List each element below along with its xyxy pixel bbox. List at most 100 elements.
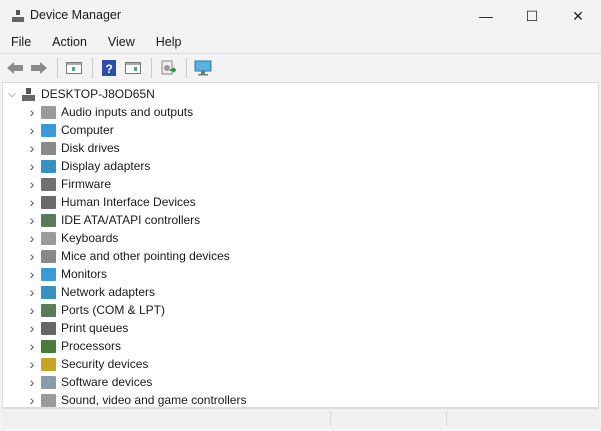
- forward-icon: [31, 61, 47, 74]
- status-divider: [330, 411, 331, 426]
- tree-item[interactable]: › Mice and other pointing devices: [27, 247, 230, 265]
- toolbar: ?: [0, 53, 601, 81]
- chevron-right-icon[interactable]: ›: [27, 158, 37, 174]
- tree-item[interactable]: › Monitors: [27, 265, 107, 283]
- close-icon: ✕: [572, 7, 584, 24]
- tree-item[interactable]: › Computer: [27, 121, 114, 139]
- tree-item[interactable]: › Software devices: [27, 373, 153, 391]
- tree-item[interactable]: › Processors: [27, 337, 121, 355]
- update-driver-button[interactable]: [157, 57, 179, 79]
- device-category-icon: [41, 357, 56, 371]
- scan-hardware-button[interactable]: [192, 57, 214, 79]
- chevron-right-icon[interactable]: ›: [27, 176, 37, 192]
- menu-action[interactable]: Action: [52, 32, 87, 52]
- device-category-icon: [41, 375, 56, 389]
- status-divider: [446, 411, 447, 426]
- minimize-icon: —: [479, 8, 493, 24]
- device-category-icon: [41, 123, 56, 137]
- tree-item[interactable]: › Display adapters: [27, 157, 151, 175]
- device-category-icon: [41, 339, 56, 353]
- tree-item-label: IDE ATA/ATAPI controllers: [61, 213, 201, 227]
- tree-item[interactable]: › Ports (COM & LPT): [27, 301, 165, 319]
- minimize-button[interactable]: —: [463, 0, 509, 32]
- svg-text:?: ?: [106, 62, 113, 76]
- device-category-icon: [41, 393, 56, 407]
- device-category-icon: [41, 177, 56, 191]
- update-driver-icon: [161, 60, 176, 74]
- tree-item[interactable]: › Keyboards: [27, 229, 119, 247]
- chevron-right-icon[interactable]: ›: [27, 338, 37, 354]
- chevron-right-icon[interactable]: ›: [27, 104, 37, 120]
- tree-item[interactable]: › Audio inputs and outputs: [27, 103, 193, 121]
- status-bar: [2, 408, 599, 428]
- tree-item-label: Human Interface Devices: [61, 195, 196, 209]
- toolbar-separator: [186, 57, 187, 78]
- chevron-right-icon[interactable]: ›: [27, 284, 37, 300]
- tree-item[interactable]: › Security devices: [27, 355, 149, 373]
- show-hide-pane-button[interactable]: [122, 57, 144, 79]
- menu-help[interactable]: Help: [156, 32, 182, 52]
- tree-item[interactable]: › Human Interface Devices: [27, 193, 196, 211]
- tree-item[interactable]: › Print queues: [27, 319, 129, 337]
- device-manager-icon: [12, 10, 24, 22]
- device-category-icon: [41, 141, 56, 155]
- title-bar: Device Manager — ☐ ✕: [0, 0, 601, 32]
- computer-root-icon: [22, 87, 35, 101]
- properties-icon: [66, 61, 82, 74]
- chevron-right-icon[interactable]: ›: [27, 140, 37, 156]
- chevron-right-icon[interactable]: ›: [27, 374, 37, 390]
- chevron-right-icon[interactable]: ›: [27, 248, 37, 264]
- device-category-icon: [41, 105, 56, 119]
- tree-item[interactable]: › Network adapters: [27, 283, 155, 301]
- help-button[interactable]: ?: [98, 57, 120, 79]
- device-category-icon: [41, 249, 56, 263]
- menu-bar: File Action View Help: [0, 32, 601, 52]
- properties-button[interactable]: [63, 57, 85, 79]
- device-category-icon: [41, 231, 56, 245]
- tree-item-label: Print queues: [61, 321, 129, 335]
- device-tree[interactable]: ⌵ DESKTOP-J8OD65N › Audio inputs and outp…: [2, 82, 599, 408]
- tree-item-label: Mice and other pointing devices: [61, 249, 230, 263]
- toolbar-separator: [92, 57, 93, 78]
- tree-item-label: Display adapters: [61, 159, 151, 173]
- chevron-right-icon[interactable]: ›: [27, 302, 37, 318]
- chevron-right-icon[interactable]: ›: [27, 212, 37, 228]
- properties-panel-icon: [125, 61, 141, 74]
- menu-view[interactable]: View: [108, 32, 135, 52]
- tree-item-label: Keyboards: [61, 231, 119, 245]
- tree-item[interactable]: › IDE ATA/ATAPI controllers: [27, 211, 201, 229]
- tree-item[interactable]: › Firmware: [27, 175, 111, 193]
- tree-item-label: Processors: [61, 339, 122, 353]
- back-icon: [7, 61, 23, 74]
- chevron-right-icon[interactable]: ›: [27, 266, 37, 282]
- tree-item[interactable]: › Disk drives: [27, 139, 120, 157]
- maximize-button[interactable]: ☐: [509, 0, 555, 32]
- menu-file[interactable]: File: [11, 32, 31, 52]
- back-button[interactable]: [4, 57, 26, 79]
- chevron-right-icon[interactable]: ›: [27, 320, 37, 336]
- tree-item-label: Audio inputs and outputs: [61, 105, 194, 119]
- chevron-right-icon[interactable]: ›: [27, 392, 37, 407]
- device-category-icon: [41, 303, 56, 317]
- chevron-down-icon[interactable]: ⌵: [7, 89, 17, 100]
- tree-item-label: Computer: [61, 123, 114, 137]
- tree-item[interactable]: › Sound, video and game controllers: [27, 391, 247, 407]
- device-category-icon: [41, 267, 56, 281]
- tree-item-label: Disk drives: [61, 141, 120, 155]
- maximize-icon: ☐: [525, 7, 539, 24]
- root-label: DESKTOP-J8OD65N: [41, 87, 155, 101]
- close-button[interactable]: ✕: [555, 0, 601, 32]
- tree-root[interactable]: ⌵ DESKTOP-J8OD65N: [7, 85, 155, 103]
- forward-button[interactable]: [28, 57, 50, 79]
- device-category-icon: [41, 321, 56, 335]
- chevron-right-icon[interactable]: ›: [27, 230, 37, 246]
- chevron-right-icon[interactable]: ›: [27, 356, 37, 372]
- scan-hardware-icon: [194, 60, 212, 75]
- toolbar-separator: [57, 57, 58, 78]
- chevron-right-icon[interactable]: ›: [27, 122, 37, 138]
- chevron-right-icon[interactable]: ›: [27, 194, 37, 210]
- tree-item-label: Monitors: [61, 267, 108, 281]
- tree-item-label: Software devices: [61, 375, 153, 389]
- device-category-icon: [41, 213, 56, 227]
- help-icon: ?: [102, 59, 116, 76]
